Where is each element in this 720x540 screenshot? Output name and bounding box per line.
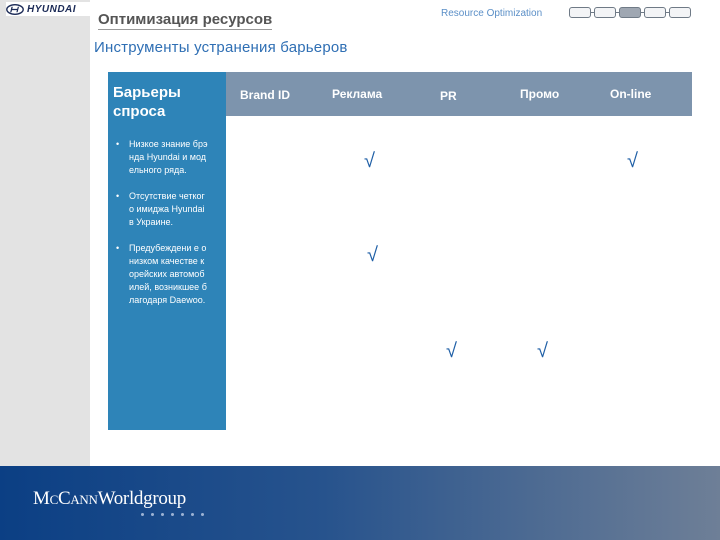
row-header-title: Барьеры спроса [113,84,181,120]
footer-dots [141,513,204,516]
check-mark: √ [537,340,548,362]
step-2 [594,7,616,18]
step-4 [644,7,666,18]
barrier-item: Отсутствие четкого имиджа Hyundai в Укра… [113,190,209,229]
check-mark: √ [364,150,375,172]
barriers-panel: Барьеры спроса Низкое знание брэнда Hyun… [108,72,226,430]
column-header-advertising: Реклама [332,87,383,101]
left-sidebar [0,0,90,466]
column-header-pr: PR [440,89,457,103]
column-header-promo: Промо [520,87,560,101]
mccann-worldgroup-logo: McCannWorldgroup [33,488,186,509]
barrier-item: Низкое знание брэнда Hyundai и модельног… [113,138,209,177]
section-label: Resource Optimization [441,8,543,19]
check-mark: √ [367,244,378,266]
progress-steps [569,7,691,18]
hyundai-emblem-icon [6,3,24,15]
step-1 [569,7,591,18]
barrier-item: Предубеждени е о низком качестве корейск… [113,242,209,307]
hyundai-logo: HYUNDAI [6,2,90,16]
barrier-list: Низкое знание брэнда Hyundai и модельног… [113,138,221,320]
step-3 [619,7,641,18]
page-title: Оптимизация ресурсов [98,11,273,30]
page-subtitle: Инструменты устранения барьеров [94,39,348,56]
column-header-brand-id: Brand ID [240,88,291,102]
step-5 [669,7,691,18]
logo-wordmark: HYUNDAI [27,3,77,15]
check-mark: √ [627,150,638,172]
check-mark: √ [446,340,457,362]
column-header-online: On-line [610,87,652,101]
